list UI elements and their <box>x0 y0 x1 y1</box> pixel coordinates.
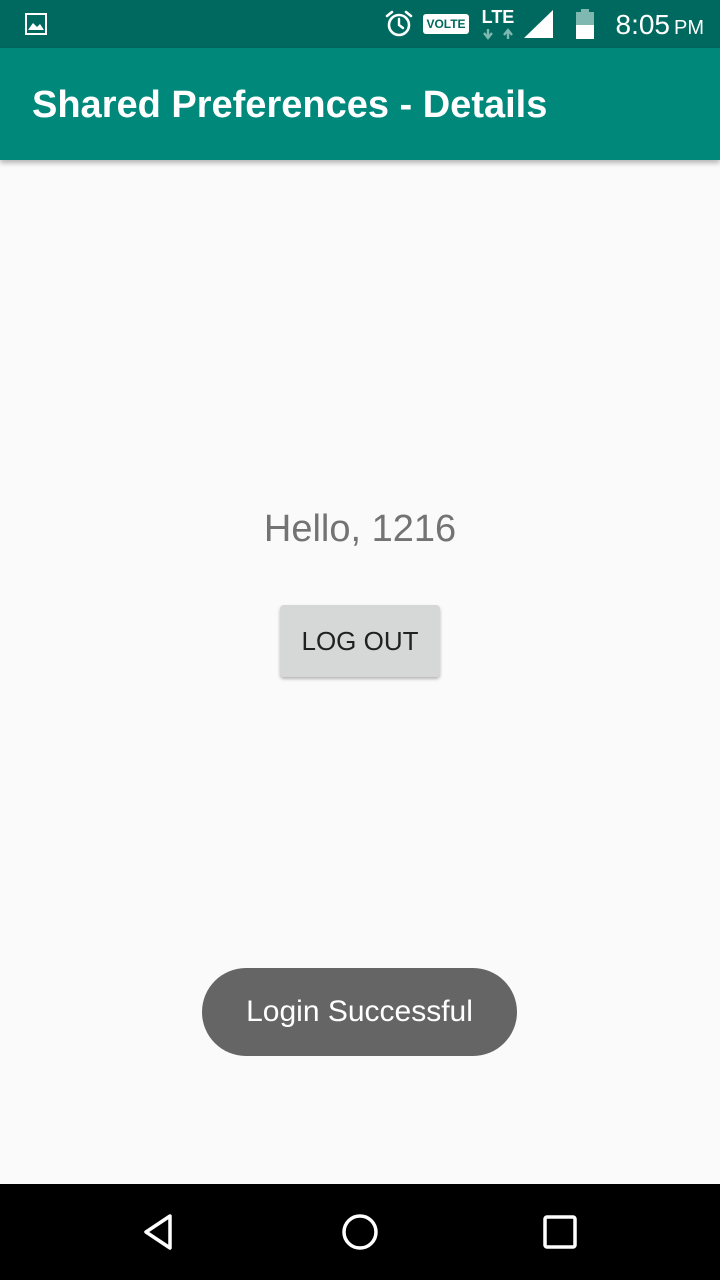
status-bar: VOLTE LTE 8:05 PM <box>0 0 720 48</box>
signal-icon <box>524 10 553 38</box>
app-bar: Shared Preferences - Details <box>0 48 720 160</box>
back-icon[interactable] <box>138 1210 182 1254</box>
page-title: Shared Preferences - Details <box>32 84 548 126</box>
logout-button[interactable]: LOG OUT <box>280 605 440 677</box>
lte-icon: LTE <box>478 6 518 42</box>
battery-icon <box>576 9 594 39</box>
toast-message: Login Successful <box>202 968 517 1056</box>
time-value: 8:05 <box>615 9 671 40</box>
time-suffix: PM <box>674 17 704 39</box>
image-notification-icon <box>25 13 47 35</box>
greeting-text: Hello, 1216 <box>263 508 457 550</box>
volte-icon: VOLTE <box>423 14 469 34</box>
lte-label: LTE <box>481 7 515 27</box>
recents-icon[interactable] <box>540 1212 580 1252</box>
home-icon[interactable] <box>338 1210 382 1254</box>
status-time: 8:05 PM <box>616 0 705 48</box>
navigation-bar <box>0 1184 720 1280</box>
alarm-icon <box>385 10 413 37</box>
data-arrows-icon <box>483 28 513 40</box>
